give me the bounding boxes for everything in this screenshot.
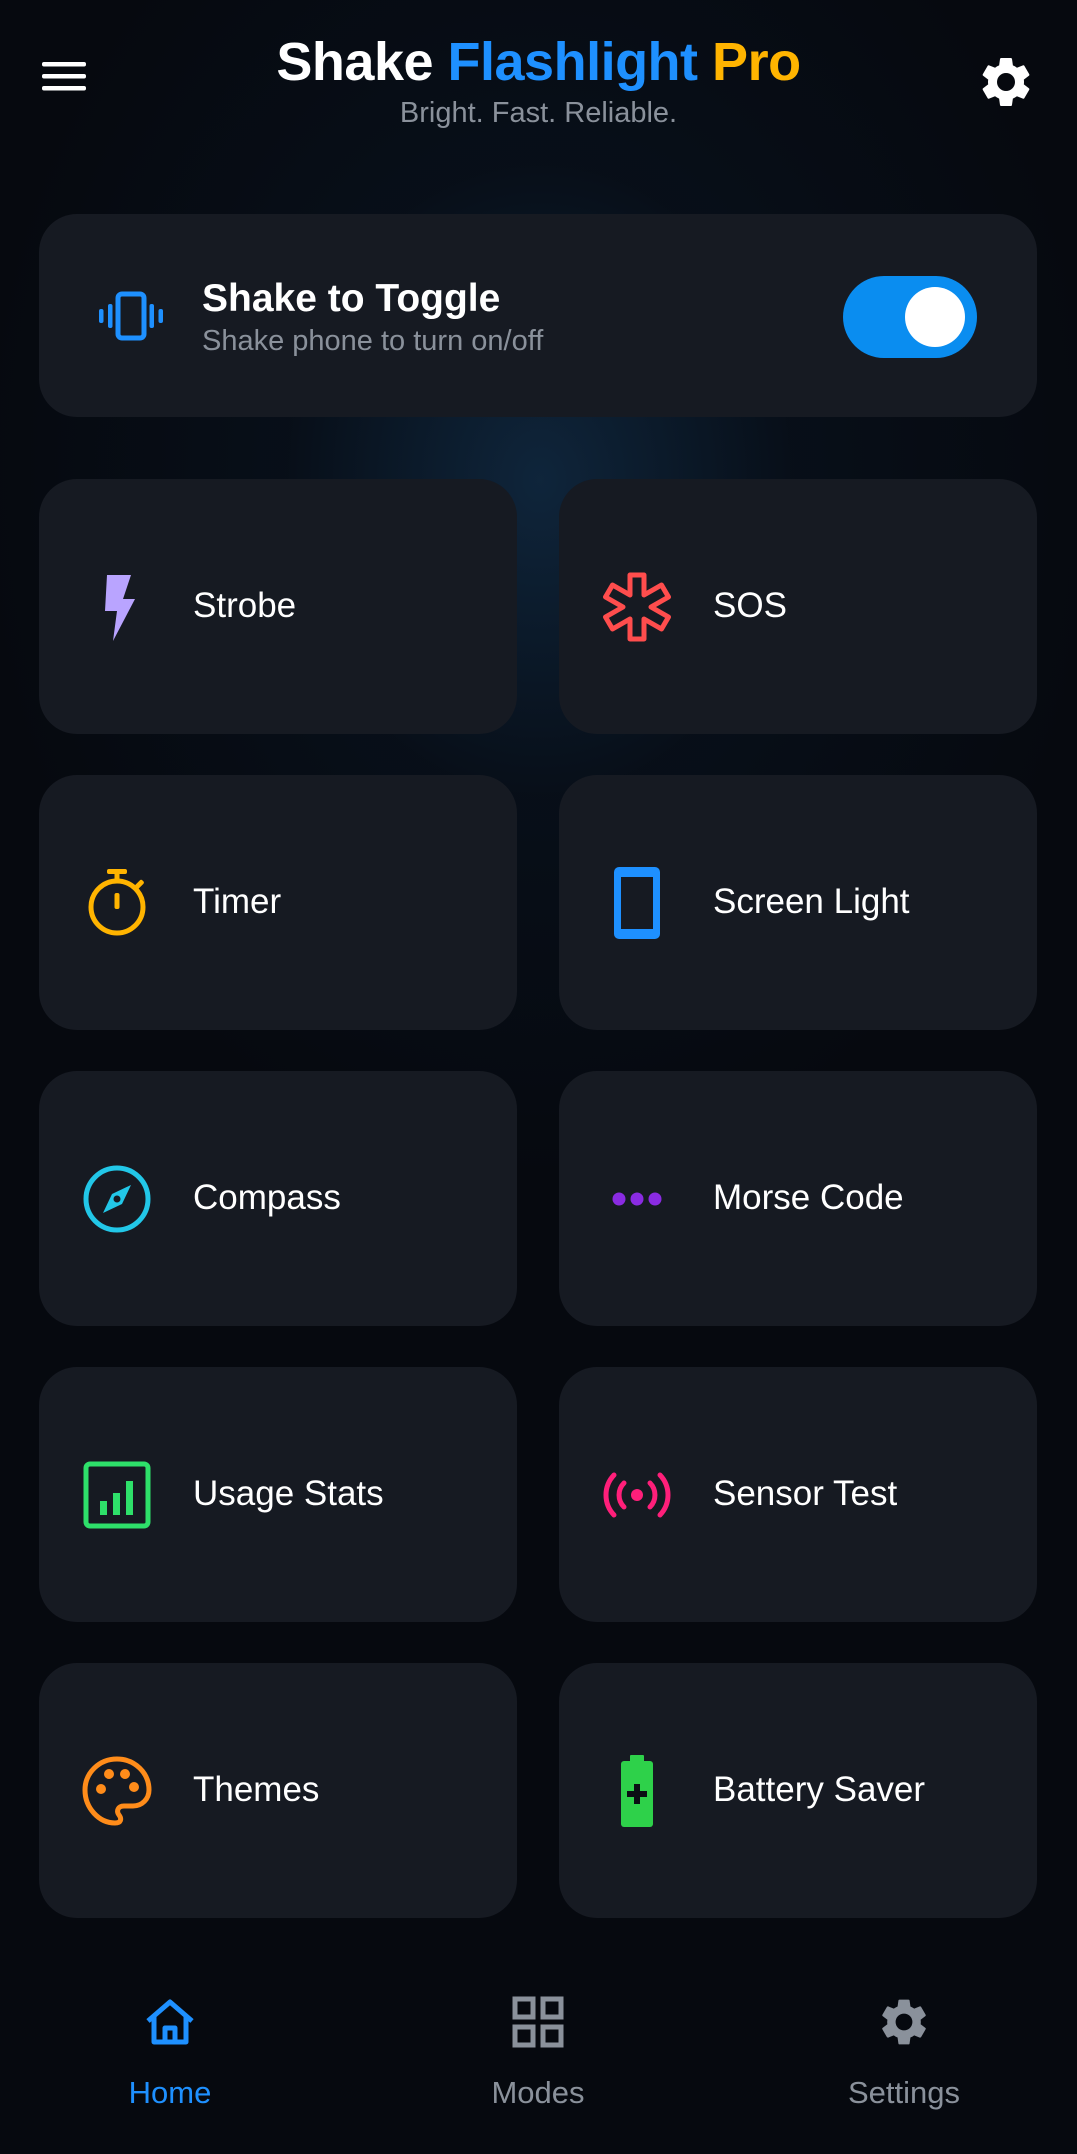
nav-label-home: Home [128,2075,212,2110]
phone-screen-icon [599,865,675,941]
tile-morse-code[interactable]: Morse Code [559,1071,1037,1326]
title-word-pro: Pro [712,32,801,92]
nav-label-modes: Modes [491,2075,585,2110]
grid-icon [510,1994,566,2050]
tile-battery-saver[interactable]: Battery Saver [559,1663,1037,1918]
broadcast-icon [599,1457,675,1533]
tile-sos[interactable]: SOS [559,479,1037,734]
app-subtitle: Bright. Fast. Reliable. [399,97,678,129]
title-word-shake: Shake [276,32,434,92]
gear-icon [876,1994,932,2050]
stopwatch-icon [79,865,155,941]
palette-icon [79,1753,155,1829]
lightning-bolt-icon [79,569,155,645]
tile-strobe[interactable]: Strobe [39,479,517,734]
app-header: Shake Flashlight Pro Bright. Fast. Relia… [0,0,1077,160]
app-title: Shake Flashlight Pro [0,30,1077,94]
compass-icon [79,1161,155,1237]
tile-label: Usage Stats [193,1474,384,1513]
toggle-knob [905,287,965,347]
battery-plus-icon [599,1753,675,1829]
bar-chart-icon [79,1457,155,1533]
gear-icon [982,57,1030,106]
tile-sensor-test[interactable]: Sensor Test [559,1367,1037,1622]
tile-compass[interactable]: Compass [39,1071,517,1326]
tile-screen-light[interactable]: Screen Light [559,775,1037,1030]
vibrate-phone-icon [96,288,166,344]
tile-themes[interactable]: Themes [39,1663,517,1918]
tile-label: Screen Light [713,882,910,921]
tile-label: Themes [193,1770,320,1809]
medical-star-icon [599,569,675,645]
tile-label: Sensor Test [713,1474,898,1513]
tile-label: Timer [193,882,282,921]
nav-settings[interactable]: Settings [794,1994,1014,2124]
shake-toggle-switch[interactable] [843,276,977,358]
nav-label-settings: Settings [847,2075,960,2110]
title-word-flashlight: Flashlight [447,32,699,92]
shake-card-title: Shake to Toggle [202,277,501,320]
tile-label: Compass [193,1178,341,1217]
shake-card-subtitle: Shake phone to turn on/off [202,325,544,357]
home-icon [142,1994,198,2050]
tile-label: Battery Saver [713,1770,926,1809]
dots-icon [599,1161,675,1237]
tile-usage-stats[interactable]: Usage Stats [39,1367,517,1622]
nav-modes[interactable]: Modes [428,1994,648,2124]
tile-timer[interactable]: Timer [39,775,517,1030]
header-settings-button[interactable] [976,52,1036,112]
tile-label: SOS [713,586,787,625]
tile-label: Strobe [193,586,297,625]
nav-home[interactable]: Home [60,1994,280,2124]
tile-label: Morse Code [713,1178,904,1217]
